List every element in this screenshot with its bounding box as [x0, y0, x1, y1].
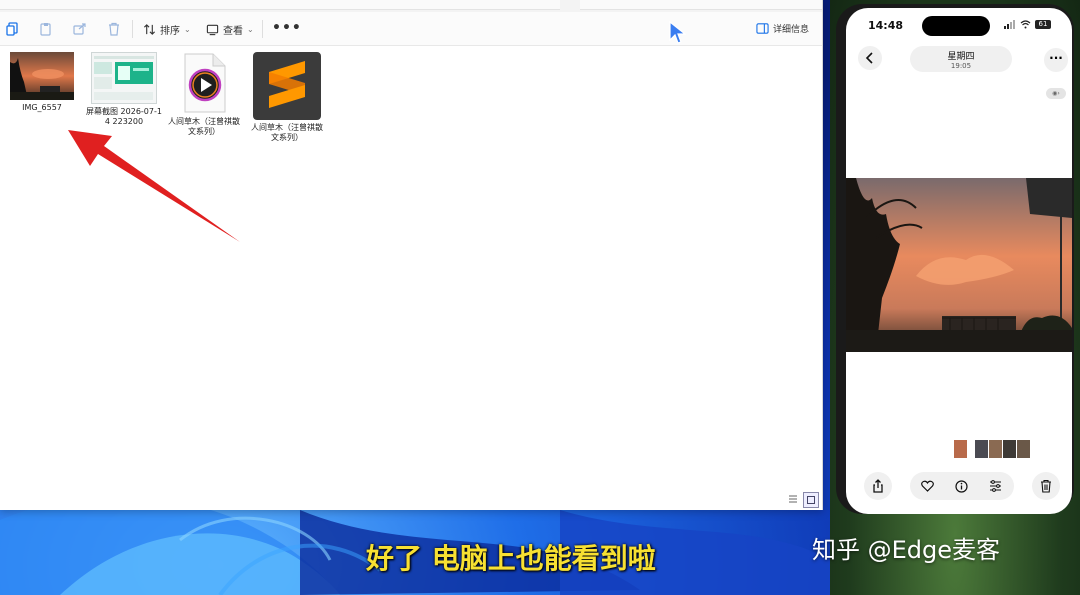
edit-button[interactable]	[986, 477, 1004, 495]
watermark-text: 知乎 @Edge麦客	[812, 536, 1001, 564]
toolbar-divider	[262, 20, 263, 38]
video-subtitle: 好了 电脑上也能看到啦	[366, 542, 656, 575]
large-icons-view-icon[interactable]	[803, 492, 819, 508]
back-button[interactable]	[858, 46, 882, 70]
favorite-button[interactable]	[918, 477, 936, 495]
info-icon	[954, 479, 968, 493]
dynamic-island	[922, 16, 990, 36]
photo-tools-group	[910, 472, 1014, 500]
file-name: 人间草木（汪曾祺散文系列）	[251, 123, 323, 142]
status-bar: 14:48 61	[846, 16, 1072, 38]
chevron-left-icon	[865, 52, 873, 64]
thumbnail-gap	[968, 440, 974, 458]
status-time: 14:48	[868, 19, 904, 32]
thumbnail[interactable]	[1003, 440, 1016, 458]
sunset-photo[interactable]	[846, 178, 1072, 352]
details-pane-icon	[756, 23, 769, 34]
battery-icon: 61	[1035, 20, 1051, 29]
photo-action-bar	[846, 470, 1072, 504]
phone-panel: 14:48 61 星期四 19:05 ··· ◉›	[830, 0, 1080, 595]
view-mode-switcher	[786, 492, 819, 508]
thumbnail-strip[interactable]	[954, 440, 1030, 458]
trash-icon	[1041, 479, 1051, 493]
delete-button[interactable]	[1032, 472, 1060, 500]
details-pane-button[interactable]: 详细信息	[756, 22, 809, 35]
thumbnail[interactable]	[1017, 440, 1030, 458]
iphone-frame: 14:48 61 星期四 19:05 ··· ◉›	[836, 4, 1074, 514]
ellipsis-icon: ···	[1049, 51, 1063, 65]
info-button[interactable]	[952, 477, 970, 495]
share-button[interactable]	[864, 472, 892, 500]
share-icon	[873, 479, 883, 493]
details-label: 详细信息	[773, 25, 810, 35]
wifi-icon	[1020, 20, 1031, 29]
thumbnail[interactable]	[954, 440, 967, 458]
more-button[interactable]: ···	[1044, 48, 1068, 72]
photo-day: 星期四	[947, 52, 975, 62]
signal-icon	[1004, 20, 1015, 29]
adjust-sliders-icon	[989, 480, 1001, 492]
live-photo-badge[interactable]: ◉›	[1046, 88, 1066, 99]
mouse-cursor-icon	[669, 20, 686, 44]
heart-icon	[920, 480, 934, 492]
photo-time: 19:05	[950, 62, 972, 70]
photo-date-title: 星期四 19:05	[910, 46, 1012, 72]
annotation-arrow-icon	[68, 130, 240, 242]
photos-app-screen: 14:48 61 星期四 19:05 ··· ◉›	[846, 8, 1072, 514]
sublime-document-icon	[253, 52, 321, 120]
more-options-button[interactable]: •••	[272, 20, 302, 36]
status-icons: 61	[1004, 20, 1051, 29]
thumbnail[interactable]	[989, 440, 1002, 458]
thumbnail[interactable]	[975, 440, 988, 458]
search-box-area[interactable]	[580, 0, 822, 10]
file-item[interactable]: 人间草木（汪曾祺散文系列）	[249, 52, 325, 143]
details-view-icon[interactable]	[786, 492, 800, 506]
